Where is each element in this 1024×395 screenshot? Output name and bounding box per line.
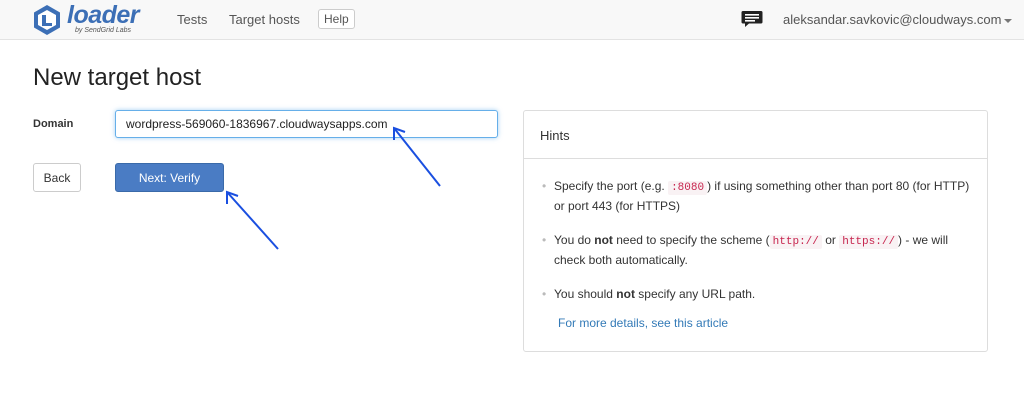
loader-logo-icon: [34, 5, 60, 35]
brand[interactable]: loader by SendGrid Labs: [32, 0, 140, 38]
domain-label: Domain: [33, 118, 74, 130]
domain-input[interactable]: [115, 110, 498, 138]
hints-panel: Hints • Specify the port (e.g. :8080) if …: [523, 110, 988, 352]
nav-help-button[interactable]: Help: [318, 9, 355, 29]
user-menu[interactable]: aleksandar.savkovic@cloudways.com: [783, 12, 1013, 27]
user-email: aleksandar.savkovic@cloudways.com: [783, 12, 1002, 27]
bullet: •: [542, 233, 547, 247]
code-port: :8080: [668, 181, 708, 195]
more-details-link[interactable]: For more details, see this article: [558, 316, 971, 330]
next-verify-button[interactable]: Next: Verify: [115, 163, 224, 192]
hint-port: • Specify the port (e.g. :8080) if using …: [542, 179, 970, 213]
top-navbar: loader by SendGrid Labs Tests Target hos…: [0, 0, 1024, 40]
hints-title: Hints: [524, 111, 987, 159]
code-https: https://: [839, 235, 899, 249]
nav-target-hosts-link[interactable]: Target hosts: [229, 12, 300, 27]
bullet: •: [542, 287, 547, 301]
annotation-arrow-next: [226, 190, 279, 250]
brand-name: loader: [67, 0, 140, 29]
code-http: http://: [769, 235, 822, 249]
page-title: New target host: [33, 64, 202, 91]
back-button[interactable]: Back: [33, 163, 81, 192]
bullet: •: [542, 179, 547, 193]
brand-subtitle: by SendGrid Labs: [75, 26, 132, 34]
hint-path: • You should not specify any URL path.: [542, 287, 756, 301]
hint-scheme: • You do not need to specify the scheme (…: [542, 233, 949, 267]
chat-icon[interactable]: [741, 10, 763, 28]
caret-down-icon: [1004, 18, 1013, 23]
nav-tests-link[interactable]: Tests: [177, 12, 207, 27]
